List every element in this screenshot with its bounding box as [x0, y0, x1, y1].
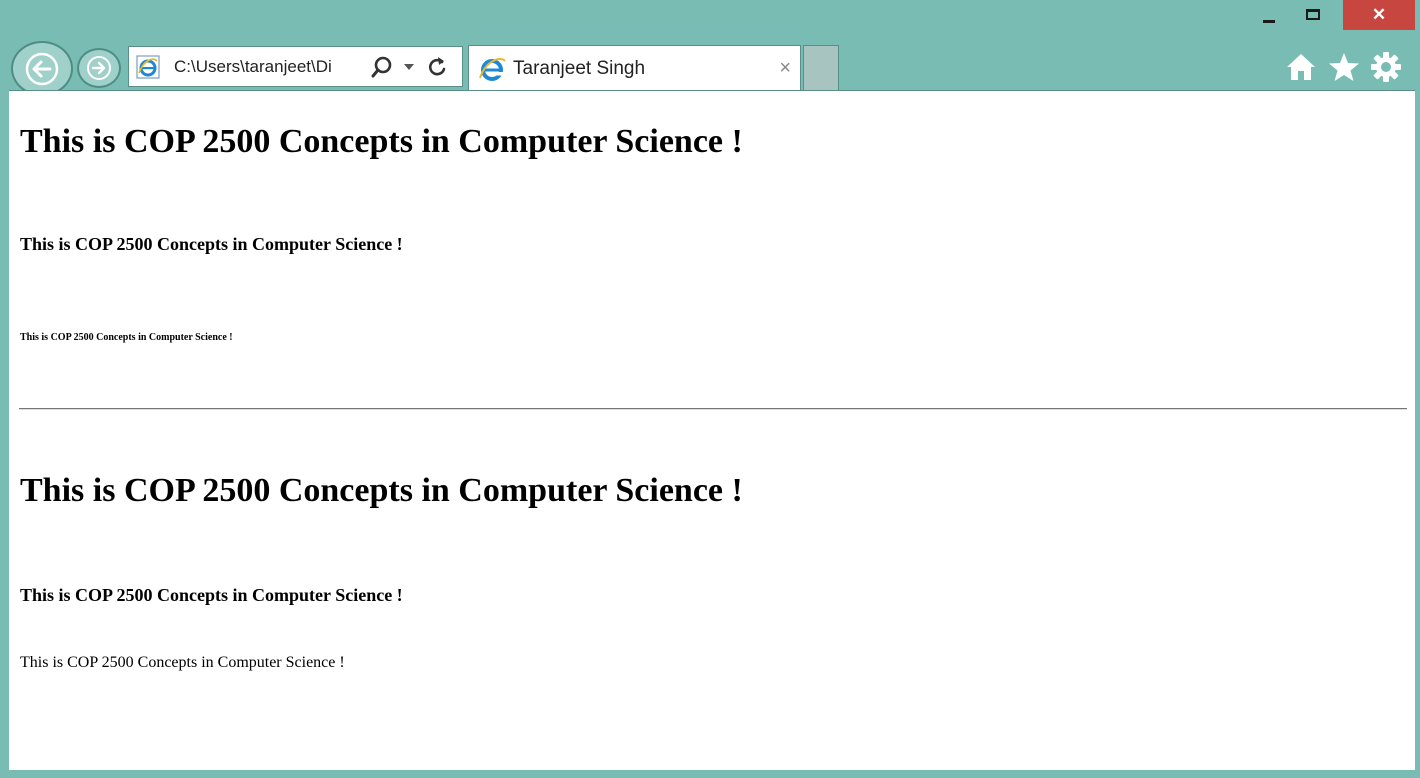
close-window-button[interactable]: ✕: [1343, 0, 1415, 30]
back-arrow-icon: [25, 52, 59, 85]
heading-4-second: This is COP 2500 Concepts in Computer Sc…: [20, 585, 403, 605]
paragraph: This is COP 2500 Concepts in Computer Sc…: [20, 654, 345, 671]
heading-1-second: This is COP 2500 Concepts in Computer Sc…: [20, 472, 743, 509]
minimize-button[interactable]: [1252, 0, 1286, 28]
back-button[interactable]: [11, 41, 73, 96]
minimize-icon: [1263, 19, 1275, 23]
address-bar[interactable]: C:\Users\taranjeet\Di: [128, 46, 463, 87]
gear-icon[interactable]: [1370, 51, 1402, 83]
maximize-button[interactable]: [1296, 0, 1330, 28]
address-url-text: C:\Users\taranjeet\Di: [174, 56, 332, 76]
horizontal-rule: [19, 408, 1407, 410]
home-icon[interactable]: [1285, 51, 1317, 83]
ie-page-icon: [136, 54, 160, 79]
new-tab-button[interactable]: [803, 45, 839, 91]
heading-6: This is COP 2500 Concepts in Computer Sc…: [20, 332, 233, 343]
heading-1: This is COP 2500 Concepts in Computer Sc…: [20, 123, 743, 160]
tab-close-button[interactable]: ×: [779, 57, 791, 80]
internet-explorer-icon: [479, 57, 506, 81]
forward-arrow-icon: [87, 56, 111, 80]
tab-active[interactable]: Taranjeet Singh ×: [468, 45, 801, 91]
refresh-icon[interactable]: [427, 56, 447, 78]
search-icon[interactable]: [371, 56, 393, 78]
tab-title: Taranjeet Singh: [513, 57, 646, 79]
heading-4: This is COP 2500 Concepts in Computer Sc…: [20, 234, 403, 254]
chevron-down-icon[interactable]: [403, 63, 415, 71]
maximize-icon: [1306, 8, 1320, 20]
page-content: This is COP 2500 Concepts in Computer Sc…: [9, 90, 1415, 770]
favorites-star-icon[interactable]: [1328, 51, 1360, 83]
forward-button[interactable]: [77, 48, 121, 88]
